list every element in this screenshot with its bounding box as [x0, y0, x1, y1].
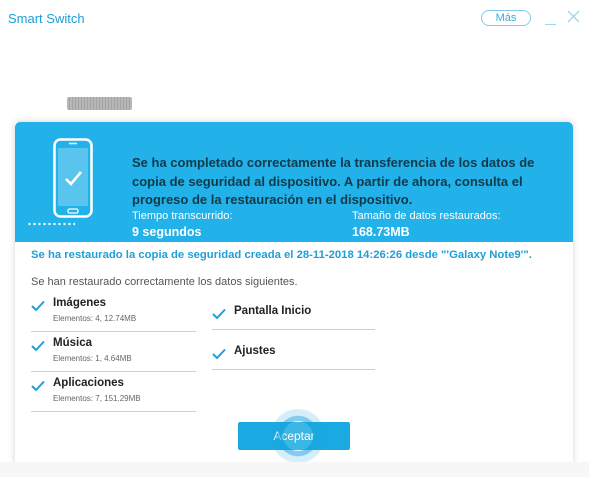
click-ripple: [271, 409, 325, 463]
close-icon[interactable]: [567, 10, 580, 23]
restored-item-settings: Ajustes: [212, 345, 375, 370]
elapsed-time-value: 9 segundos: [132, 225, 202, 239]
restored-size-value: 168.73MB: [352, 225, 410, 239]
item-name: Pantalla Inicio: [234, 305, 312, 317]
check-icon: [31, 300, 45, 312]
check-icon: [31, 380, 45, 392]
phone-check-icon: [53, 138, 93, 218]
progress-dots: [27, 222, 75, 226]
item-detail: Elementos: 4, 12.74MB: [53, 314, 137, 323]
completion-banner: Se ha completado correctamente la transf…: [15, 122, 573, 242]
elapsed-time-label: Tiempo transcurrido:: [132, 210, 233, 222]
completion-message: Se ha completado correctamente la transf…: [132, 155, 535, 207]
check-icon: [31, 340, 45, 352]
restore-source-note: Se ha restaurado la copia de seguridad c…: [31, 249, 532, 261]
more-button[interactable]: Más: [481, 10, 531, 26]
item-detail: Elementos: 7, 151.29MB: [53, 394, 141, 403]
item-name: Ajustes: [234, 345, 276, 357]
restored-item-images: Imágenes Elementos: 4, 12.74MB: [31, 297, 196, 332]
restored-size-label: Tamaño de datos restaurados:: [352, 210, 501, 222]
bottom-strip: [0, 462, 589, 477]
device-graphic: [67, 97, 132, 110]
restored-data-heading: Se han restaurado correctamente los dato…: [31, 276, 298, 288]
accept-button-container: Aceptar: [238, 409, 350, 463]
restored-item-music: Música Elementos: 1, 4.64MB: [31, 337, 196, 372]
item-detail: Elementos: 1, 4.64MB: [53, 354, 132, 363]
item-name: Imágenes: [53, 297, 107, 309]
item-name: Música: [53, 337, 92, 349]
completion-dialog: Se ha completado correctamente la transf…: [15, 122, 573, 464]
title-bar: Smart Switch Más: [0, 0, 589, 38]
check-icon: [212, 348, 226, 360]
item-name: Aplicaciones: [53, 377, 124, 389]
restored-item-home-screen: Pantalla Inicio: [212, 305, 375, 330]
restored-item-apps: Aplicaciones Elementos: 7, 151.29MB: [31, 377, 196, 412]
app-title: Smart Switch: [8, 11, 85, 26]
check-icon: [212, 308, 226, 320]
minimize-icon[interactable]: [545, 24, 556, 25]
